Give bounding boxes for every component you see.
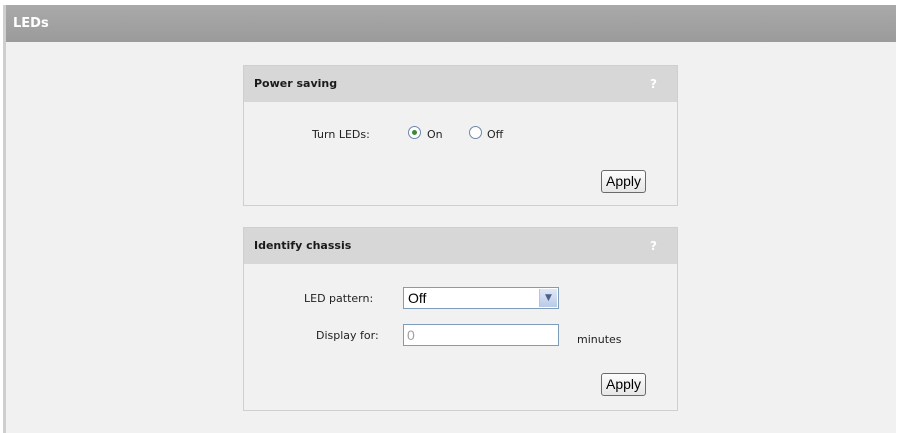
- led-pattern-value: Off: [408, 290, 427, 306]
- radio-off-label[interactable]: Off: [487, 128, 503, 141]
- panel-header: Power saving ?: [244, 66, 677, 102]
- page-title: LEDs: [6, 5, 896, 42]
- identify-chassis-panel: Identify chassis ? LED pattern: Off ▼ Di…: [243, 227, 678, 411]
- apply-button[interactable]: Apply: [601, 373, 647, 396]
- display-for-input[interactable]: 0: [403, 324, 559, 346]
- led-pattern-label: LED pattern:: [304, 292, 374, 305]
- turn-leds-label: Turn LEDs:: [312, 128, 370, 141]
- power-saving-panel: Power saving ? Turn LEDs: On Off Apply: [243, 65, 678, 206]
- apply-button[interactable]: Apply: [601, 170, 647, 193]
- radio-on[interactable]: [408, 126, 421, 139]
- chevron-down-icon[interactable]: ▼: [539, 289, 557, 307]
- panel-title: Identify chassis: [254, 239, 352, 252]
- radio-on-label[interactable]: On: [427, 128, 443, 141]
- led-pattern-select[interactable]: Off ▼: [403, 287, 559, 309]
- help-icon[interactable]: ?: [650, 228, 657, 264]
- display-for-label: Display for:: [316, 329, 379, 342]
- help-icon[interactable]: ?: [650, 66, 657, 102]
- leds-page: LEDs Power saving ? Turn LEDs: On Off Ap…: [3, 5, 896, 433]
- display-for-value: 0: [407, 327, 415, 343]
- panel-header: Identify chassis ?: [244, 228, 677, 264]
- radio-off[interactable]: [469, 126, 482, 139]
- panel-title: Power saving: [254, 77, 338, 90]
- minutes-label: minutes: [577, 333, 622, 346]
